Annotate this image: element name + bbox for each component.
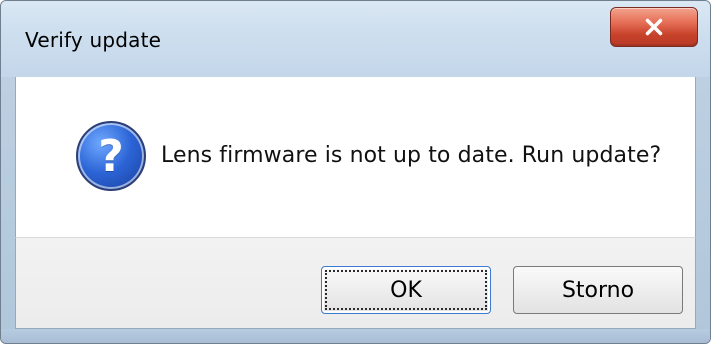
cancel-button[interactable]: Storno <box>513 266 683 314</box>
close-button[interactable] <box>610 7 698 47</box>
message-area: ? Lens firmware is not up to date. Run u… <box>15 77 696 237</box>
button-bar: OK Storno <box>15 237 696 329</box>
title-bar: Verify update <box>1 1 710 77</box>
question-icon: ? <box>76 121 146 191</box>
verify-update-dialog: Verify update ? Lens firmware is not up … <box>0 0 711 344</box>
dialog-title: Verify update <box>25 28 162 52</box>
message-text: Lens firmware is not up to date. Run upd… <box>161 143 662 168</box>
window-bottom-border <box>1 329 710 343</box>
close-icon <box>645 18 663 36</box>
ok-button[interactable]: OK <box>321 266 491 314</box>
